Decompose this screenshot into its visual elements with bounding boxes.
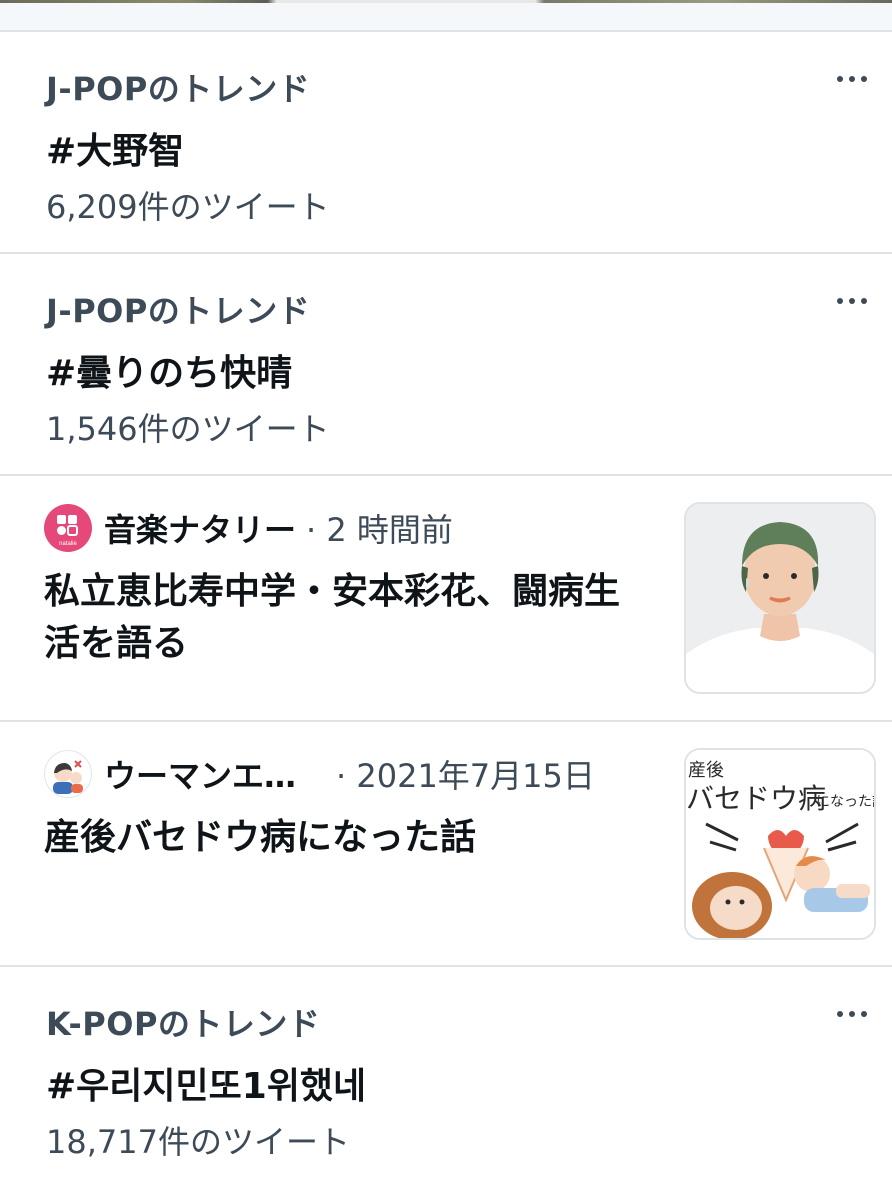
trend-item[interactable]: J-POPのトレンド #曇りのち快晴 1,546件のツイート	[0, 254, 892, 476]
trend-category: J-POPのトレンド	[46, 292, 311, 330]
news-timestamp: · 2021年7月15日	[336, 757, 595, 795]
news-timestamp: · 2 時間前	[306, 511, 453, 549]
more-options-button[interactable]	[832, 1003, 872, 1025]
illustration-text-line3: になった話	[816, 793, 874, 810]
previous-image-edge	[0, 0, 892, 3]
more-horizontal-icon	[837, 1011, 843, 1017]
more-options-button[interactable]	[832, 68, 872, 90]
news-thumbnail[interactable]	[684, 502, 876, 694]
trend-category: J-POPのトレンド	[46, 70, 311, 108]
more-options-button[interactable]	[832, 290, 872, 312]
portrait-photo-image	[686, 504, 874, 692]
trend-tweet-count: 1,546件のツイート	[46, 410, 330, 448]
news-headline: 私立恵比寿中学・安本彩花、闘病生活を語る	[44, 571, 621, 664]
more-horizontal-icon	[837, 298, 843, 304]
news-source-line: ウーマンエ… · 2021年7月15日	[44, 750, 595, 798]
trend-category: K-POPのトレンド	[46, 1005, 321, 1043]
news-source-name: 音楽ナタリー	[104, 511, 297, 549]
trend-item[interactable]: K-POPのトレンド #우리지민또1위했네 18,717件のツイート	[0, 967, 892, 1191]
trend-topic: #大野智	[46, 131, 185, 172]
illustration-text-line1: 産後	[688, 760, 724, 781]
natalie-avatar: natalie	[44, 504, 92, 552]
news-source-line: natalie 音楽ナタリー · 2 時間前	[44, 504, 453, 552]
news-headline: 産後バセドウ病になった話	[44, 817, 477, 858]
trend-tweet-count: 6,209件のツイート	[46, 188, 330, 226]
previous-item-edge	[0, 0, 892, 32]
illustration-avatar-icon	[46, 752, 90, 796]
trend-tweet-count: 18,717件のツイート	[46, 1123, 350, 1161]
news-source-name: ウーマンエ…	[104, 757, 297, 795]
trend-item[interactable]: J-POPのトレンド #大野智 6,209件のツイート	[0, 32, 892, 254]
illustration-text-line2: バセドウ病	[686, 782, 826, 815]
trend-topic: #曇りのち快晴	[46, 353, 293, 394]
trend-topic: #우리지민또1위했네	[46, 1066, 367, 1107]
music-note-icon	[57, 515, 78, 536]
more-horizontal-icon	[837, 76, 843, 82]
avatar-label: natalie	[59, 541, 77, 547]
illustration-image: 産後 バセドウ病 になった話	[686, 750, 874, 938]
news-item[interactable]: natalie 音楽ナタリー · 2 時間前 私立恵比寿中学・安本彩花、闘病生活…	[0, 476, 892, 722]
woman-excite-avatar	[44, 750, 92, 798]
news-thumbnail[interactable]: 産後 バセドウ病 になった話	[684, 748, 876, 940]
news-item[interactable]: ウーマンエ… · 2021年7月15日 産後バセドウ病になった話 産後 バセドウ…	[0, 722, 892, 967]
